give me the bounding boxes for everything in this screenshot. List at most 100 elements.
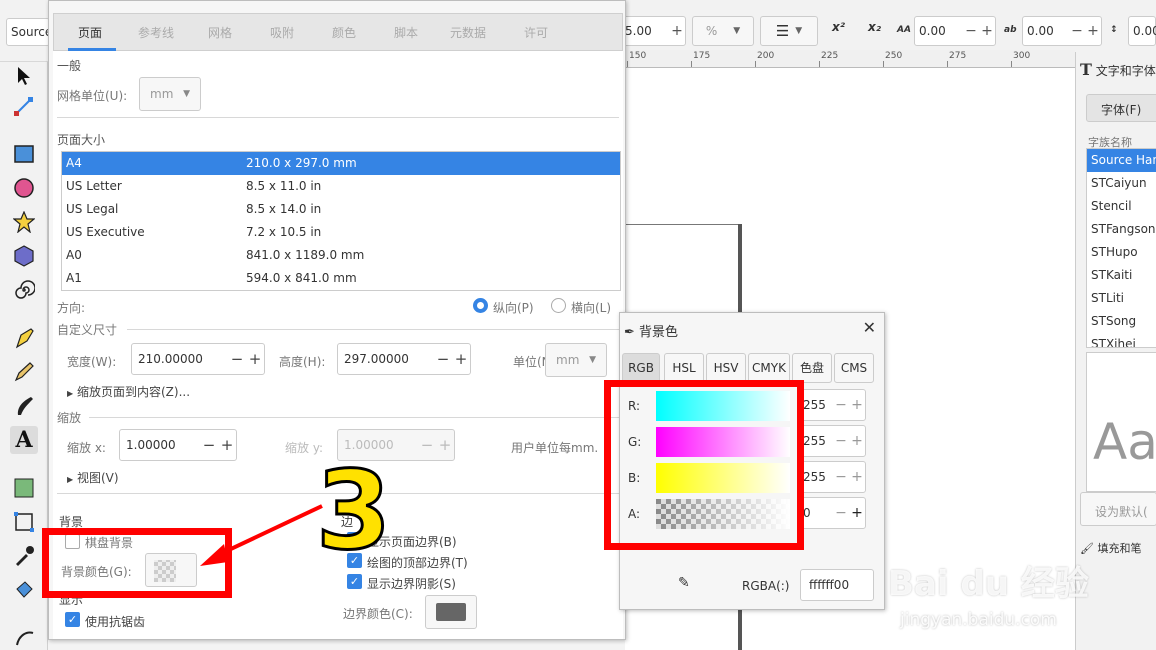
letter-spacing-spin[interactable]: 0.00 − + [914, 16, 996, 46]
fill-stroke-panel-tab[interactable]: 🖌 填充和笔 [1080, 540, 1141, 556]
line-spacing-spin[interactable]: 0.00 [1128, 16, 1156, 46]
list-item[interactable]: STCaiyun [1087, 172, 1156, 195]
mode-rgb[interactable]: RGB [622, 353, 660, 383]
tab-snap[interactable]: 吸附 [270, 24, 294, 41]
plus-icon[interactable]: + [246, 350, 264, 368]
antialias-checkbox[interactable]: ✓ [65, 612, 80, 627]
tab-page[interactable]: 页面 [78, 24, 102, 41]
plus-icon[interactable]: + [979, 23, 995, 39]
list-item[interactable]: Source Han [1087, 149, 1156, 172]
font-size-spin[interactable]: 5.00 + [620, 16, 686, 46]
star-tool[interactable] [10, 208, 38, 236]
close-icon[interactable]: ✕ [863, 318, 876, 337]
blue-spin[interactable]: 255− + [798, 461, 866, 493]
height-spin[interactable]: 297.00000 − + [337, 343, 471, 375]
minus-icon[interactable]: − [200, 436, 218, 454]
page-size-list[interactable]: A4 210.0 x 297.0 mm US Letter 8.5 x 11.0 i… [61, 151, 621, 291]
minus-icon[interactable]: − [434, 350, 452, 368]
set-default-button[interactable]: 设为默认( [1080, 492, 1156, 526]
landscape-radio[interactable] [551, 298, 566, 313]
table-row[interactable]: A4 210.0 x 297.0 mm [62, 152, 620, 175]
plus-icon[interactable]: + [669, 23, 685, 39]
red-spin[interactable]: 255− + [798, 389, 866, 421]
minus-icon[interactable]: − [833, 433, 849, 449]
table-row[interactable]: A1 594.0 x 841.0 mm [62, 267, 620, 290]
spiral-tool[interactable] [10, 276, 38, 304]
plus-icon[interactable]: + [849, 505, 865, 521]
list-item[interactable]: STSong [1087, 310, 1156, 333]
line-spacing-icon: ↕ [1110, 25, 1118, 35]
minus-icon[interactable]: − [833, 505, 849, 521]
font-family-list[interactable]: Source Han STCaiyun Stencil STFangsong S… [1086, 148, 1156, 348]
viewbox-expander[interactable]: ▶ 视图(V) [67, 469, 119, 486]
plus-icon[interactable]: + [452, 350, 470, 368]
table-row[interactable]: US Letter 8.5 x 11.0 in [62, 175, 620, 198]
list-item[interactable]: STFangsong [1087, 218, 1156, 241]
selector-tool[interactable] [10, 62, 38, 90]
minus-icon[interactable]: − [833, 469, 849, 485]
pen-tool[interactable] [10, 324, 38, 352]
tab-color[interactable]: 颜色 [332, 24, 356, 41]
plus-icon[interactable]: + [1085, 23, 1101, 39]
resize-expander[interactable]: ▶ 缩放页面到内容(Z)... [67, 383, 190, 400]
align-button[interactable]: ☰ ▼ [760, 16, 818, 46]
ellipse-tool[interactable] [10, 174, 38, 202]
word-spacing-spin[interactable]: 0.00 − + [1022, 16, 1102, 46]
border-color-button[interactable] [425, 595, 477, 629]
green-spin[interactable]: 255− + [798, 425, 866, 457]
minus-icon[interactable]: − [228, 350, 246, 368]
tab-grids[interactable]: 网格 [208, 24, 232, 41]
minus-icon[interactable]: − [963, 23, 979, 39]
units-combo[interactable]: mm ▼ [545, 343, 607, 377]
mode-wheel[interactable]: 色盘 [792, 353, 832, 383]
plus-icon[interactable]: + [849, 433, 865, 449]
list-item[interactable]: STKaiti [1087, 264, 1156, 287]
tweak-tool[interactable] [10, 622, 38, 650]
mode-hsl[interactable]: HSL [664, 353, 704, 383]
paint-bucket-tool[interactable] [10, 576, 38, 604]
list-item[interactable]: STXihei [1087, 333, 1156, 347]
superscript-icon[interactable]: x² [832, 20, 845, 34]
gradient-tool[interactable] [10, 474, 38, 502]
tab-metadata[interactable]: 元数据 [450, 24, 486, 41]
minus-icon[interactable]: − [833, 397, 849, 413]
tab-font[interactable]: 字体(F) [1086, 94, 1156, 122]
pencil-tool[interactable] [10, 358, 38, 386]
width-spin[interactable]: 210.00000 − + [131, 343, 265, 375]
grid-units-combo[interactable]: mm ▼ [139, 77, 201, 111]
rectangle-tool[interactable] [10, 140, 38, 168]
mode-cmyk[interactable]: CMYK [748, 353, 790, 383]
unit-combo[interactable]: % ▼ [692, 16, 754, 46]
text-tool[interactable]: A [10, 426, 38, 454]
3d-box-tool[interactable] [10, 242, 38, 270]
scale-x-spin[interactable]: 1.00000 − + [119, 429, 237, 461]
border-shadow-checkbox[interactable]: ✓ [347, 574, 362, 589]
mode-cms[interactable]: CMS [834, 353, 874, 383]
node-tool[interactable] [10, 92, 38, 120]
table-row[interactable]: US Executive 7.2 x 10.5 in [62, 221, 620, 244]
dropper-icon[interactable]: ✎ [678, 575, 690, 591]
plus-icon[interactable]: + [218, 436, 236, 454]
dropper-tool[interactable] [10, 542, 38, 570]
calligraphy-tool[interactable] [10, 392, 38, 420]
subscript-icon[interactable]: x₂ [868, 20, 881, 34]
mesh-tool[interactable] [10, 508, 38, 536]
minus-icon[interactable]: − [1069, 23, 1085, 39]
table-row[interactable]: US Legal 8.5 x 14.0 in [62, 198, 620, 221]
alpha-value: 0 [803, 506, 811, 520]
mode-hsv[interactable]: HSV [706, 353, 746, 383]
font-family-combo[interactable]: Source [6, 18, 50, 46]
tab-scripts[interactable]: 脚本 [394, 24, 418, 41]
alpha-spin[interactable]: 0 − + [798, 497, 866, 529]
portrait-radio[interactable] [473, 298, 488, 313]
list-item[interactable]: STLiti [1087, 287, 1156, 310]
tab-guides[interactable]: 参考线 [138, 24, 174, 41]
unit-value: % [705, 24, 718, 38]
list-item[interactable]: STHupo [1087, 241, 1156, 264]
rgba-input[interactable]: ffffff00 [800, 569, 874, 601]
list-item[interactable]: Stencil [1087, 195, 1156, 218]
table-row[interactable]: A0 841.0 x 1189.0 mm [62, 244, 620, 267]
plus-icon[interactable]: + [849, 469, 865, 485]
plus-icon[interactable]: + [849, 397, 865, 413]
tab-license[interactable]: 许可 [524, 24, 548, 41]
